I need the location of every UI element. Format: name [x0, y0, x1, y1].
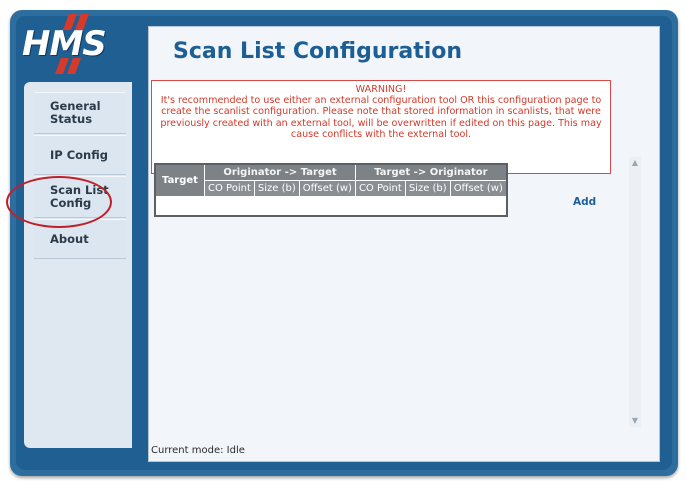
hms-logo: HMS — [22, 14, 122, 74]
group-header-target-originator: Target -> Originator — [354, 163, 508, 181]
column-header-size: Size (b) — [253, 180, 300, 197]
sidebar-item-scan-list-config[interactable]: Scan List Config — [34, 176, 126, 218]
scroll-up-icon[interactable]: ▲ — [629, 157, 641, 169]
sidebar-item-ip-config[interactable]: IP Config — [34, 135, 126, 175]
scroll-down-icon[interactable]: ▼ — [629, 415, 641, 427]
column-header-size: Size (b) — [404, 180, 451, 197]
column-header-offset: Offset (w) — [298, 180, 356, 197]
sidebar-item-label: About — [50, 231, 89, 246]
vertical-scrollbar[interactable]: ▲ ▼ — [629, 157, 641, 427]
column-header-co-point: CO Point — [354, 180, 406, 197]
sidebar-item-label: IP Config — [50, 147, 108, 162]
status-current-mode: Current mode: Idle — [151, 445, 245, 456]
page-title: Scan List Configuration — [173, 39, 463, 64]
add-link[interactable]: Add — [573, 196, 596, 208]
group-header-originator-target: Originator -> Target — [204, 163, 356, 181]
sidebar-item-label: Scan List Config — [50, 183, 109, 210]
table-row — [155, 196, 507, 216]
main-panel: Scan List Configuration WARNING! It's re… — [148, 26, 660, 462]
column-header-target: Target — [154, 163, 205, 197]
sidebar: General Status IP Config Scan List Confi… — [24, 82, 132, 448]
column-header-co-point: CO Point — [204, 180, 255, 197]
sidebar-item-about[interactable]: About — [34, 219, 126, 259]
column-header-offset: Offset (w) — [449, 180, 508, 197]
warning-box: WARNING! It's recommended to use either … — [151, 80, 611, 174]
scan-list-table: Target Originator -> Target Target -> Or… — [154, 163, 508, 217]
table-empty-cell — [155, 196, 507, 216]
warning-heading: WARNING! — [355, 84, 407, 95]
sidebar-item-general-status[interactable]: General Status — [34, 92, 126, 134]
warning-text: It's recommended to use either an extern… — [160, 95, 602, 140]
sidebar-item-label: General Status — [50, 99, 101, 126]
